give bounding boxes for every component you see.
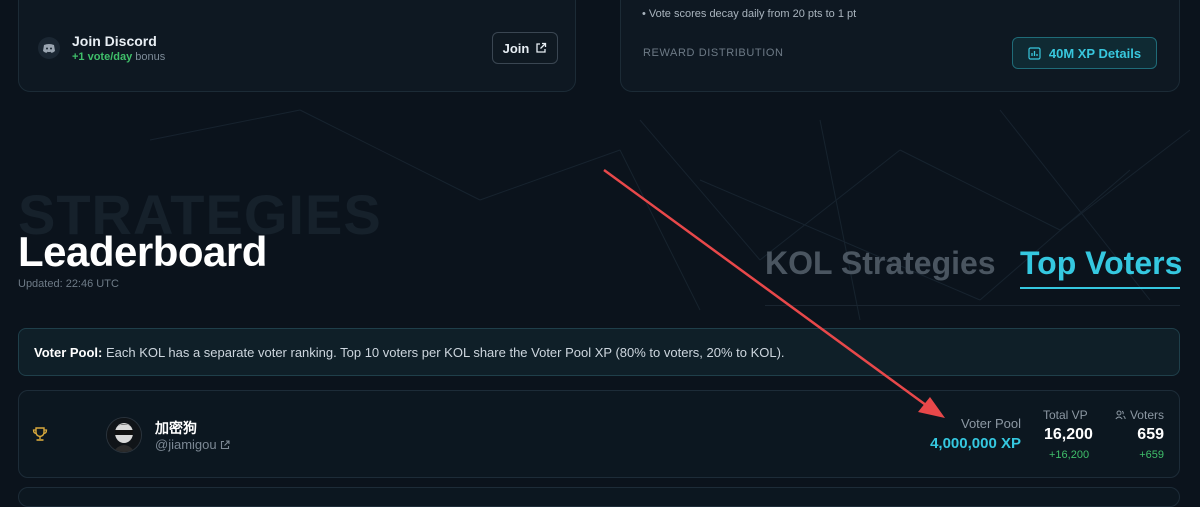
tab-divider [765, 305, 1180, 306]
info-label: Voter Pool: [34, 345, 103, 360]
discord-icon [38, 37, 60, 59]
kol-handle[interactable]: @jiamigou [155, 437, 230, 452]
voter-pool-value: 4,000,000 XP [930, 435, 1021, 452]
page-title: Leaderboard [18, 228, 267, 275]
voters-label: Voters [1129, 408, 1164, 422]
voter-pool-label: Voter Pool [961, 416, 1021, 431]
voters-delta: +659 [1139, 449, 1164, 461]
voters-header: Voters [1115, 408, 1164, 422]
voters-value: 659 [1137, 426, 1164, 443]
kol-name[interactable]: 加密狗 [155, 418, 197, 438]
join-label: Join [502, 40, 530, 56]
active-tab-indicator [1020, 287, 1180, 289]
info-text: Each KOL has a separate voter ranking. T… [102, 345, 785, 360]
bar-chart-icon [1028, 46, 1041, 60]
tab-kol-strategies[interactable]: KOL Strategies [765, 245, 996, 282]
external-link-icon [536, 42, 547, 53]
reward-distribution-label: REWARD DISTRIBUTION [643, 47, 784, 59]
tab-top-voters[interactable]: Top Voters [1020, 245, 1182, 282]
voter-pool-info: Voter Pool: Each KOL has a separate vote… [18, 328, 1180, 376]
discord-bonus: +1 vote/day bonus [72, 51, 165, 63]
total-vp-value: 16,200 [1044, 426, 1093, 443]
bonus-highlight: +1 vote/day [72, 51, 133, 63]
xp-details-button[interactable]: 40M XP Details [1012, 37, 1157, 69]
total-vp-label: Total VP [1043, 408, 1088, 422]
external-link-icon [220, 439, 230, 449]
discord-title: Join Discord [72, 33, 157, 49]
trophy-icon [32, 427, 48, 447]
total-vp-delta: +16,200 [1049, 449, 1090, 461]
xp-details-label: 40M XP Details [1048, 45, 1142, 61]
bonus-suffix: bonus [132, 51, 166, 63]
leaderboard-row[interactable] [18, 487, 1180, 507]
avatar[interactable] [106, 417, 142, 453]
join-discord-button[interactable]: Join [492, 32, 558, 64]
decay-note: • Vote scores decay daily from 20 pts to… [642, 8, 857, 20]
handle-text: @jiamigou [155, 437, 217, 452]
updated-timestamp: Updated: 22:46 UTC [18, 278, 119, 290]
users-icon [1115, 410, 1126, 420]
